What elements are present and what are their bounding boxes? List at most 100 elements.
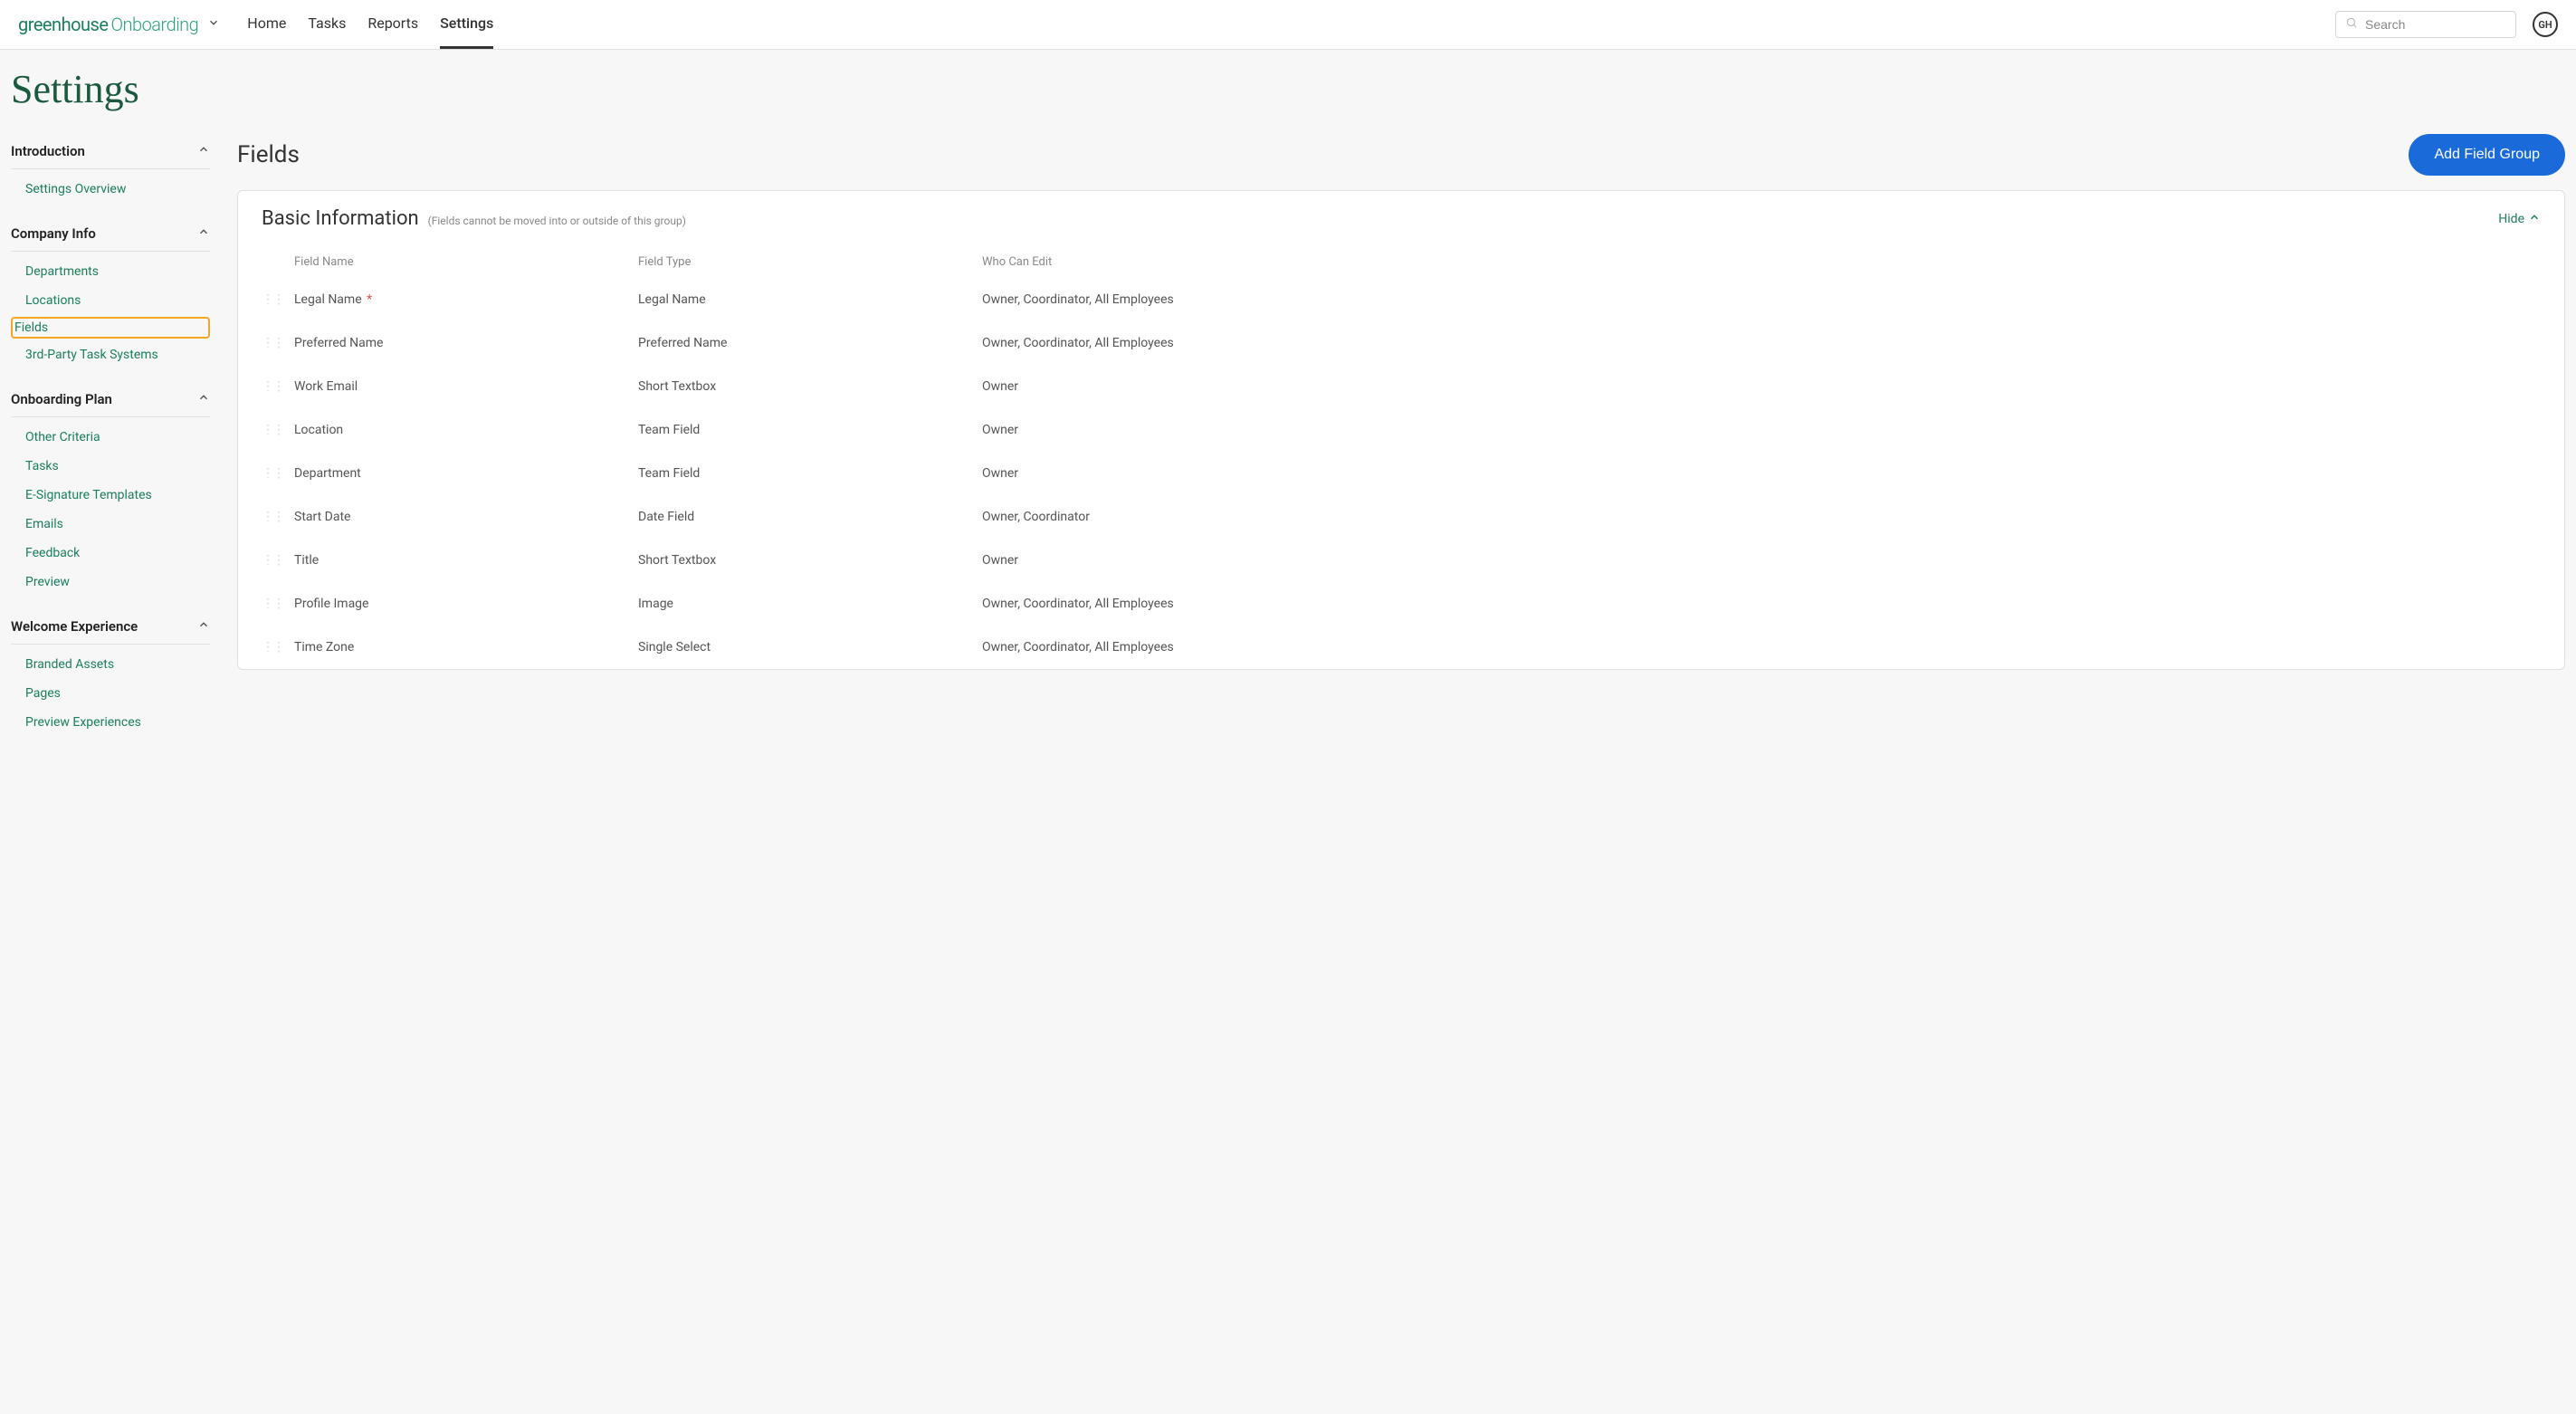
sidebar-item-other-criteria[interactable]: Other Criteria — [11, 423, 210, 452]
cell-field-name: Legal Name * — [294, 292, 638, 307]
cell-field-type: Team Field — [638, 423, 982, 437]
table-row[interactable]: ⋮⋮ DepartmentTeam FieldOwner — [238, 452, 2564, 495]
search-input[interactable] — [2365, 17, 2506, 32]
nav-home[interactable]: Home — [247, 0, 286, 49]
cell-who-can-edit: Owner — [982, 466, 2541, 481]
cell-who-can-edit: Owner, Coordinator, All Employees — [982, 336, 2541, 350]
sidebar-item-preview[interactable]: Preview — [11, 568, 210, 597]
table-header: Field Name Field Type Who Can Edit — [238, 237, 2564, 278]
sidebar-group-label: Onboarding Plan — [11, 391, 112, 407]
cell-who-can-edit: Owner — [982, 379, 2541, 394]
chevron-up-icon — [197, 225, 210, 242]
cell-field-name: Profile Image — [294, 597, 638, 611]
cell-field-name: Location — [294, 423, 638, 437]
cell-field-type: Short Textbox — [638, 553, 982, 568]
sidebar-item-fields[interactable]: Fields — [14, 320, 206, 335]
sidebar-item-settings-overview[interactable]: Settings Overview — [11, 175, 210, 204]
required-indicator: * — [364, 292, 373, 307]
cell-who-can-edit: Owner, Coordinator, All Employees — [982, 640, 2541, 654]
avatar[interactable]: GH — [2533, 12, 2558, 37]
nav-settings[interactable]: Settings — [440, 0, 493, 49]
page-body: Settings Introduction Settings Overview … — [0, 50, 2576, 1414]
sidebar-group-company-info[interactable]: Company Info — [11, 215, 210, 252]
chevron-up-icon — [197, 391, 210, 407]
search-box[interactable] — [2335, 11, 2516, 38]
column-field-name: Field Name — [294, 255, 638, 269]
sidebar-group-introduction[interactable]: Introduction — [11, 132, 210, 169]
cell-field-type: Single Select — [638, 640, 982, 654]
sidebar-item-esignature-templates[interactable]: E-Signature Templates — [11, 481, 210, 510]
cell-field-name: Department — [294, 466, 638, 481]
chevron-up-icon — [2528, 211, 2541, 227]
panel-header: Basic Information (Fields cannot be move… — [238, 191, 2564, 237]
avatar-initials: GH — [2538, 19, 2552, 31]
sidebar-item-preview-experiences[interactable]: Preview Experiences — [11, 708, 210, 737]
main-title: Fields — [237, 141, 300, 168]
drag-handle-icon[interactable]: ⋮⋮ — [262, 379, 283, 394]
hide-label: Hide — [2498, 212, 2524, 226]
add-field-group-button[interactable]: Add Field Group — [2409, 134, 2565, 176]
sidebar-item-third-party-tasks[interactable]: 3rd-Party Task Systems — [11, 340, 210, 369]
sidebar-group-welcome-experience[interactable]: Welcome Experience — [11, 607, 210, 645]
drag-handle-icon[interactable]: ⋮⋮ — [262, 466, 283, 481]
sidebar-item-pages[interactable]: Pages — [11, 679, 210, 708]
sidebar-item-departments[interactable]: Departments — [11, 257, 210, 286]
sidebar-item-fields-highlight: Fields — [11, 317, 210, 339]
table-row[interactable]: ⋮⋮ Legal Name *Legal NameOwner, Coordinat… — [238, 278, 2564, 321]
drag-handle-icon[interactable]: ⋮⋮ — [262, 423, 283, 437]
sidebar-item-feedback[interactable]: Feedback — [11, 539, 210, 568]
cell-field-type: Team Field — [638, 466, 982, 481]
drag-handle-icon[interactable]: ⋮⋮ — [262, 292, 283, 307]
drag-handle-icon[interactable]: ⋮⋮ — [262, 640, 283, 654]
top-nav: greenhouseOnboarding Home Tasks Reports … — [0, 0, 2576, 50]
panel-title: Basic Information — [262, 207, 419, 230]
nav-tasks[interactable]: Tasks — [308, 0, 346, 49]
logo-part2: Onboarding — [110, 14, 198, 35]
cell-who-can-edit: Owner, Coordinator, All Employees — [982, 292, 2541, 307]
nav-right: GH — [2335, 11, 2558, 38]
cell-who-can-edit: Owner — [982, 553, 2541, 568]
table-row[interactable]: ⋮⋮Work EmailShort TextboxOwner — [238, 365, 2564, 408]
cell-field-type: Legal Name — [638, 292, 982, 307]
cell-who-can-edit: Owner, Coordinator — [982, 510, 2541, 524]
drag-handle-icon[interactable]: ⋮⋮ — [262, 336, 283, 350]
table-row[interactable]: ⋮⋮LocationTeam FieldOwner — [238, 408, 2564, 452]
sidebar-group-onboarding-plan[interactable]: Onboarding Plan — [11, 380, 210, 417]
sidebar-item-branded-assets[interactable]: Branded Assets — [11, 650, 210, 679]
chevron-up-icon — [197, 143, 210, 159]
table-row[interactable]: ⋮⋮ TitleShort TextboxOwner — [238, 539, 2564, 582]
page-title: Settings — [0, 50, 2576, 132]
drag-handle-icon[interactable]: ⋮⋮ — [262, 553, 283, 568]
drag-handle-icon[interactable]: ⋮⋮ — [262, 510, 283, 524]
logo[interactable]: greenhouseOnboarding — [18, 14, 220, 35]
table-row[interactable]: ⋮⋮Preferred NamePreferred NameOwner, Coo… — [238, 321, 2564, 365]
cell-who-can-edit: Owner, Coordinator, All Employees — [982, 597, 2541, 611]
column-field-type: Field Type — [638, 255, 982, 269]
panel-note: (Fields cannot be moved into or outside … — [428, 215, 686, 227]
hide-toggle[interactable]: Hide — [2498, 211, 2541, 227]
field-group-panel: Basic Information (Fields cannot be move… — [237, 190, 2565, 670]
chevron-down-icon[interactable] — [207, 16, 220, 33]
sidebar-group-label: Welcome Experience — [11, 618, 138, 635]
nav-links: Home Tasks Reports Settings — [247, 0, 493, 49]
table-row[interactable]: ⋮⋮Start DateDate FieldOwner, Coordinator — [238, 495, 2564, 539]
nav-reports[interactable]: Reports — [367, 0, 418, 49]
sidebar-item-tasks[interactable]: Tasks — [11, 452, 210, 481]
drag-handle-icon[interactable]: ⋮⋮ — [262, 597, 283, 611]
column-who-can-edit: Who Can Edit — [982, 255, 2541, 269]
logo-part1: greenhouse — [18, 14, 108, 35]
sidebar-item-emails[interactable]: Emails — [11, 510, 210, 539]
cell-field-name: Start Date — [294, 510, 638, 524]
table-row[interactable]: ⋮⋮ Profile ImageImageOwner, Coordinator, … — [238, 582, 2564, 626]
sidebar: Introduction Settings Overview Company I… — [11, 132, 210, 748]
search-icon — [2345, 16, 2358, 33]
cell-field-type: Preferred Name — [638, 336, 982, 350]
table-row[interactable]: ⋮⋮ Time ZoneSingle SelectOwner, Coordinat… — [238, 626, 2564, 669]
cell-field-type: Image — [638, 597, 982, 611]
main-header: Fields Add Field Group — [237, 132, 2565, 176]
sidebar-item-locations[interactable]: Locations — [11, 286, 210, 315]
cell-field-name: Time Zone — [294, 640, 638, 654]
content-wrap: Introduction Settings Overview Company I… — [0, 132, 2576, 748]
cell-field-type: Short Textbox — [638, 379, 982, 394]
cell-field-name: Title — [294, 553, 638, 568]
